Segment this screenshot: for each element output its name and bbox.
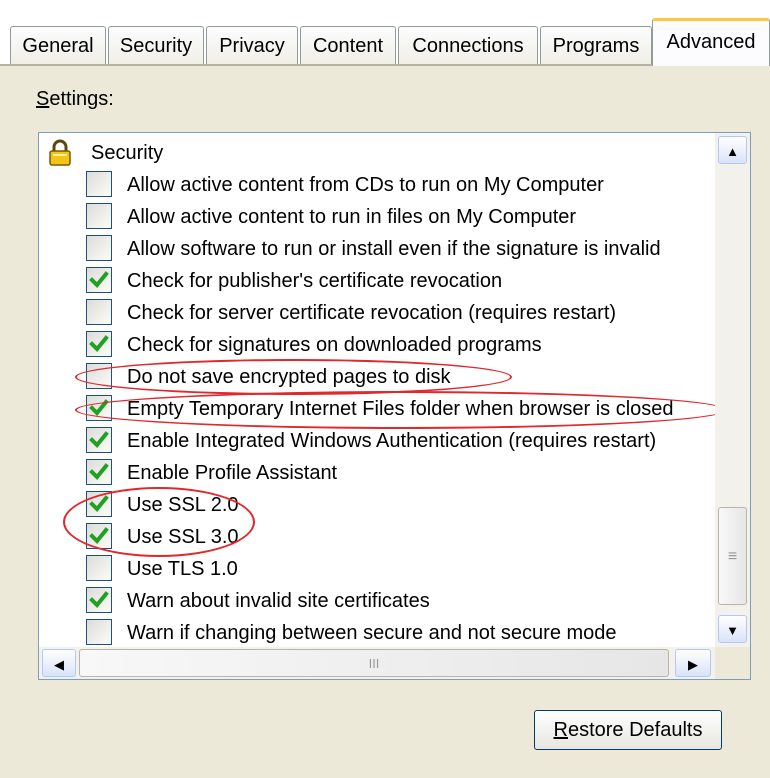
chevron-right-icon: ▶: [688, 657, 698, 672]
setting-row[interactable]: Allow active content to run in files on …: [39, 201, 715, 233]
setting-row[interactable]: Do not save encrypted pages to disk: [39, 361, 715, 393]
horizontal-scroll-thumb[interactable]: III: [79, 649, 669, 677]
checkmark-icon: [89, 463, 109, 480]
setting-label: Empty Temporary Internet Files folder wh…: [127, 398, 674, 420]
setting-checkbox[interactable]: [86, 299, 112, 325]
restore-defaults-button[interactable]: Restore Defaults: [534, 710, 722, 750]
checkmark-icon: [89, 495, 109, 512]
setting-checkbox[interactable]: [86, 555, 112, 581]
tab-security[interactable]: Security: [108, 26, 204, 64]
tab-privacy[interactable]: Privacy: [206, 26, 298, 64]
settings-label: Settings:: [36, 88, 114, 111]
setting-row[interactable]: Check for publisher's certificate revoca…: [39, 265, 715, 297]
grip-icon: III: [368, 656, 380, 671]
setting-checkbox[interactable]: [86, 203, 112, 229]
restore-label: estore Defaults: [567, 718, 703, 741]
scroll-right-button[interactable]: ▶: [675, 649, 711, 677]
vertical-scroll-thumb[interactable]: ≡: [718, 507, 747, 605]
setting-checkbox[interactable]: [86, 459, 112, 485]
setting-row[interactable]: Check for signatures on downloaded progr…: [39, 329, 715, 361]
setting-label: Enable Profile Assistant: [127, 462, 338, 484]
setting-label: Warn about invalid site certificates: [127, 590, 430, 612]
setting-label: Use SSL 3.0: [127, 526, 239, 548]
tab-label: Connections: [412, 35, 524, 57]
chevron-left-icon: ◀: [54, 657, 64, 672]
setting-row[interactable]: Allow active content from CDs to run on …: [39, 169, 715, 201]
tab-label: Security: [119, 35, 193, 57]
setting-label: Allow active content from CDs to run on …: [127, 174, 604, 196]
setting-checkbox[interactable]: [86, 235, 112, 261]
settings-mnemonic: S: [36, 88, 50, 110]
settings-tree[interactable]: Security Allow active content from CDs t…: [38, 132, 751, 680]
setting-checkbox[interactable]: [86, 267, 112, 293]
setting-row[interactable]: Enable Integrated Windows Authentication…: [39, 425, 715, 457]
setting-label: Check for server certificate revocation …: [127, 302, 617, 324]
tab-label: Programs: [552, 35, 640, 57]
grip-icon: ≡: [727, 548, 738, 565]
restore-mnemonic: R: [553, 718, 568, 741]
checkmark-icon: [89, 271, 109, 288]
checkmark-icon: [89, 527, 109, 544]
tab-label: General: [22, 35, 94, 57]
setting-label: Check for signatures on downloaded progr…: [127, 334, 542, 356]
setting-row[interactable]: Warn about invalid site certificates: [39, 585, 715, 617]
setting-checkbox[interactable]: [86, 395, 112, 421]
tab-general[interactable]: General: [10, 26, 106, 64]
setting-checkbox[interactable]: [86, 523, 112, 549]
checkmark-icon: [89, 431, 109, 448]
setting-label: Allow software to run or install even if…: [127, 238, 661, 260]
setting-label: Allow active content to run in files on …: [127, 206, 577, 228]
setting-row[interactable]: Warn if changing between secure and not …: [39, 617, 715, 649]
setting-label: Warn if changing between secure and not …: [127, 622, 617, 644]
setting-row[interactable]: Use SSL 3.0: [39, 521, 715, 553]
setting-label: Use TLS 1.0: [127, 558, 238, 580]
setting-row[interactable]: Check for server certificate revocation …: [39, 297, 715, 329]
tab-label: Advanced: [666, 31, 756, 53]
checkmark-icon: [89, 335, 109, 352]
setting-checkbox[interactable]: [86, 427, 112, 453]
group-label: Security: [91, 142, 164, 164]
checkmark-icon: [89, 399, 109, 416]
lock-icon: [49, 139, 71, 166]
tab-connections[interactable]: Connections: [398, 26, 538, 64]
setting-label: Check for publisher's certificate revoca…: [127, 270, 503, 292]
scroll-left-button[interactable]: ◀: [42, 649, 76, 677]
vertical-scrollbar[interactable]: ▲ ≡ ▼: [715, 133, 750, 647]
setting-row[interactable]: Allow software to run or install even if…: [39, 233, 715, 265]
scroll-up-button[interactable]: ▲: [718, 136, 747, 164]
setting-checkbox[interactable]: [86, 619, 112, 645]
setting-label: Enable Integrated Windows Authentication…: [127, 430, 657, 452]
tab-content[interactable]: Content: [300, 26, 396, 64]
tab-programs[interactable]: Programs: [540, 26, 652, 64]
setting-checkbox[interactable]: [86, 587, 112, 613]
settings-label-text: ettings:: [49, 88, 114, 110]
tab-strip: General Security Privacy Content Connect…: [0, 0, 770, 66]
setting-row[interactable]: Empty Temporary Internet Files folder wh…: [39, 393, 715, 425]
group-security[interactable]: Security: [39, 137, 715, 169]
setting-checkbox[interactable]: [86, 331, 112, 357]
chevron-up-icon: ▲: [726, 144, 739, 159]
setting-checkbox[interactable]: [86, 491, 112, 517]
setting-row[interactable]: Use SSL 2.0: [39, 489, 715, 521]
checkmark-icon: [89, 591, 109, 608]
tab-label: Content: [312, 35, 384, 57]
setting-checkbox[interactable]: [86, 363, 112, 389]
tab-label: Privacy: [219, 35, 285, 57]
scroll-down-button[interactable]: ▼: [718, 615, 747, 643]
setting-row[interactable]: Enable Profile Assistant: [39, 457, 715, 489]
tab-advanced[interactable]: Advanced: [652, 18, 770, 66]
horizontal-scrollbar[interactable]: ◀ III ▶: [39, 647, 715, 679]
chevron-down-icon: ▼: [726, 623, 739, 638]
setting-label: Do not save encrypted pages to disk: [127, 366, 451, 388]
scrollbar-corner: [715, 647, 750, 679]
setting-checkbox[interactable]: [86, 171, 112, 197]
internet-options-dialog: General Security Privacy Content Connect…: [0, 0, 770, 778]
setting-label: Use SSL 2.0: [127, 494, 239, 516]
setting-row[interactable]: Use TLS 1.0: [39, 553, 715, 585]
